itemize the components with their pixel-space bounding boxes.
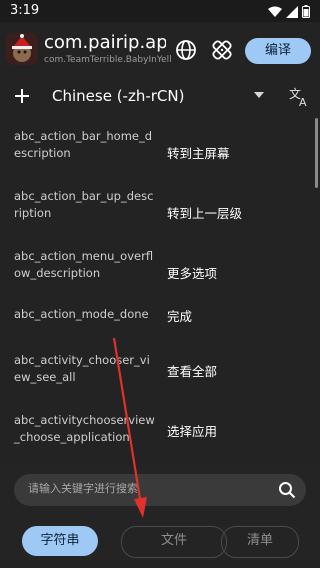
string-key: abc_action_mode_done (14, 307, 149, 321)
string-key: abc_activitychooserview_choose_applicati… (14, 413, 155, 444)
search-icon[interactable] (278, 481, 296, 499)
package-id: com.TeamTerrible.BabyInYell... (44, 55, 172, 65)
app-header: com.pairip.ap... com.TeamTerrible.BabyIn… (0, 22, 320, 78)
list-item[interactable]: abc_activitychooserview_choose_applicati… (0, 410, 320, 460)
string-value: 转到主屏幕 (167, 146, 230, 161)
string-key: abc_action_bar_home_description (14, 129, 153, 160)
add-icon[interactable] (12, 86, 32, 106)
wifi-icon (268, 6, 282, 17)
tab-manifest[interactable]: 清单 (221, 526, 299, 558)
list-item[interactable]: abc_action_menu_overflow_description 更多选… (0, 246, 320, 296)
list-item[interactable]: abc_action_bar_home_description 转到主屏幕 (0, 126, 320, 176)
language-select[interactable]: Chinese (-zh-rCN) (52, 87, 184, 105)
string-value: 转到上一层级 (167, 206, 243, 221)
globe-icon[interactable] (175, 39, 197, 61)
tab-files[interactable]: 文件 (121, 526, 227, 558)
package-name: com.pairip.ap... (44, 32, 166, 53)
status-bar: 3:19 (0, 0, 320, 22)
string-value: 更多选项 (167, 266, 218, 281)
dropdown-arrow-icon[interactable] (254, 92, 264, 98)
scrollbar[interactable] (315, 118, 318, 188)
status-icons (268, 5, 310, 18)
list-item[interactable]: abc_action_mode_done 完成 (0, 304, 320, 334)
svg-text:A: A (299, 96, 307, 107)
tab-strings[interactable]: 字符串 (22, 526, 98, 556)
translate-icon[interactable]: 文 A (288, 85, 310, 107)
string-key: abc_action_menu_overflow_description (14, 249, 154, 280)
bandage-icon[interactable] (211, 39, 233, 61)
search-box[interactable] (14, 474, 306, 506)
string-value: 查看全部 (167, 364, 218, 379)
string-value: 选择应用 (167, 424, 218, 439)
list-item[interactable]: abc_activity_chooser_view_see_all 查看全部 (0, 350, 320, 400)
status-time: 3:19 (10, 3, 40, 18)
string-key: abc_action_bar_up_description (14, 189, 154, 220)
translate-button[interactable]: 编译 (245, 38, 311, 64)
signal-icon (286, 5, 298, 18)
battery-icon (302, 5, 310, 18)
string-key: abc_activity_chooser_view_see_all (14, 353, 150, 384)
string-list[interactable]: abc_action_bar_home_description 转到主屏幕 ab… (0, 118, 320, 466)
language-row: Chinese (-zh-rCN) 文 A (0, 78, 320, 118)
list-item[interactable]: abc_action_bar_up_description 转到上一层级 (0, 186, 320, 236)
search-input[interactable] (28, 482, 268, 495)
string-value: 完成 (167, 309, 193, 324)
app-icon (6, 33, 38, 65)
